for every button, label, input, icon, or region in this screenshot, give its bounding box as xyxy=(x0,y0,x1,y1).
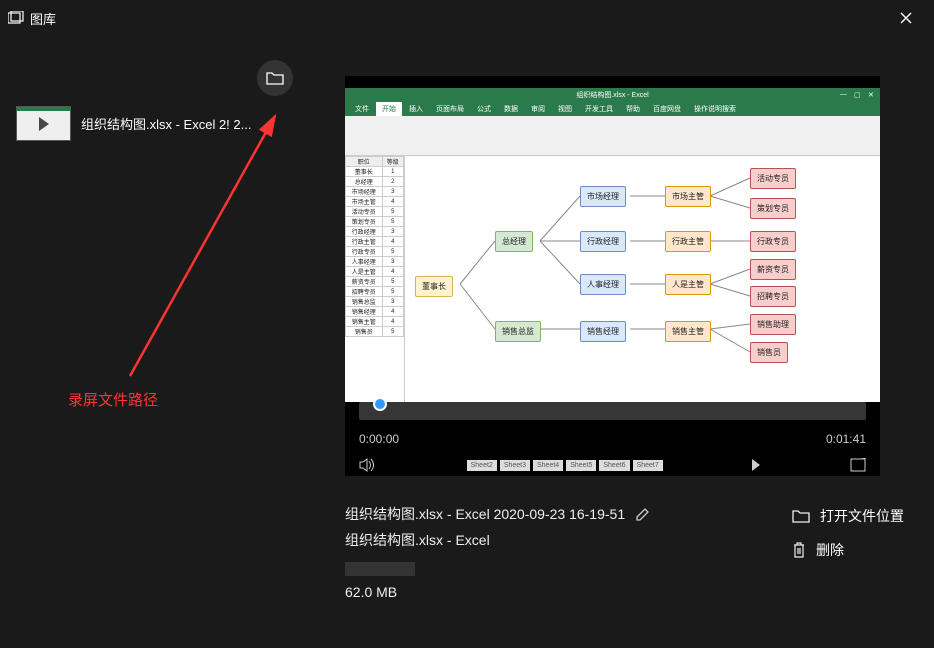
node-gm: 总经理 xyxy=(495,231,533,252)
node-hr-mgr: 人事经理 xyxy=(580,274,626,295)
annotation-label: 录屏文件路径 xyxy=(68,389,158,410)
node-sales-mgr: 销售经理 xyxy=(580,321,626,342)
excel-ribbon-tabs: 文件开始插入页面布局公式数据审阅视图开发工具帮助百度网盘操作说明搜索 xyxy=(345,102,880,116)
time-display: 0:00:00 0:01:41 xyxy=(359,432,866,446)
play-icon xyxy=(39,117,49,131)
file-subtitle: 组织结构图.xlsx - Excel xyxy=(345,530,752,550)
excel-title: 组织结构图.xlsx - Excel xyxy=(576,90,648,100)
titlebar: 图库 xyxy=(0,0,934,36)
video-progress-bar[interactable] xyxy=(359,402,866,420)
window-title: 图库 xyxy=(30,9,886,28)
file-info: 组织结构图.xlsx - Excel 2020-09-23 16-19-51 组… xyxy=(345,504,904,600)
node-hr-sup: 人是主管 xyxy=(665,274,711,295)
file-name: 组织结构图.xlsx - Excel 2020-09-23 16-19-51 xyxy=(345,504,625,524)
node-sales-emp: 销售员 xyxy=(750,342,788,363)
excel-screenshot: 组织结构图.xlsx - Excel—▢✕ 文件开始插入页面布局公式数据审阅视图… xyxy=(345,88,880,402)
node-sales-sup: 销售主管 xyxy=(665,321,711,342)
node-adm-mgr: 行政经理 xyxy=(580,231,626,252)
file-size: 62.0 MB xyxy=(345,584,752,600)
redacted-bar xyxy=(345,562,415,576)
folder-icon xyxy=(266,71,284,85)
node-sales-dir: 销售总监 xyxy=(495,321,541,342)
play-button[interactable] xyxy=(752,459,760,471)
open-location-label: 打开文件位置 xyxy=(820,506,904,526)
node-sal-sp: 薪资专员 xyxy=(750,259,796,280)
gallery-icon xyxy=(8,11,24,25)
current-time: 0:00:00 xyxy=(359,432,399,446)
excel-sheet-tabs: Sheet2Sheet3Sheet4Sheet5Sheet6Sheet7 xyxy=(467,460,663,471)
volume-icon[interactable] xyxy=(359,458,377,472)
close-icon xyxy=(900,12,912,24)
node-plan: 策划专员 xyxy=(750,198,796,219)
thumbnail-label: 组织结构图.xlsx - Excel 2! 2... xyxy=(81,114,251,133)
folder-icon xyxy=(792,509,810,523)
total-time: 0:01:41 xyxy=(826,432,866,446)
recording-thumbnail[interactable]: 组织结构图.xlsx - Excel 2! 2... xyxy=(0,96,335,151)
excel-ribbon-body xyxy=(345,116,880,156)
excel-data-table: 职位等级董事长1总经理2市场经理3市场主管4活动专员5策划专员5行政经理3行政主… xyxy=(345,156,405,402)
content-pane: 组织结构图.xlsx - Excel—▢✕ 文件开始插入页面布局公式数据审阅视图… xyxy=(335,36,934,648)
delete-button[interactable]: 删除 xyxy=(792,540,904,560)
open-file-location-button[interactable]: 打开文件位置 xyxy=(792,506,904,526)
node-root: 董事长 xyxy=(415,276,453,297)
node-rec-sp: 招聘专员 xyxy=(750,286,796,307)
close-button[interactable] xyxy=(886,0,926,36)
node-sales-ass: 销售助理 xyxy=(750,314,796,335)
edit-icon[interactable] xyxy=(635,506,651,522)
sidebar: 组织结构图.xlsx - Excel 2! 2... 录屏文件路径 xyxy=(0,36,335,648)
node-adm-sp: 行政专员 xyxy=(750,231,796,252)
fullscreen-icon[interactable] xyxy=(850,458,866,472)
playhead[interactable] xyxy=(373,397,387,411)
node-adm-sup: 行政主管 xyxy=(665,231,711,252)
open-folder-button[interactable] xyxy=(257,60,293,96)
thumbnail-image xyxy=(16,106,71,141)
trash-icon xyxy=(792,542,806,558)
delete-label: 删除 xyxy=(816,540,844,560)
node-mkt-sup: 市场主管 xyxy=(665,186,711,207)
node-act: 活动专员 xyxy=(750,168,796,189)
main-content: 组织结构图.xlsx - Excel 2! 2... 录屏文件路径 组织结构图.… xyxy=(0,36,934,648)
org-chart-canvas: 董事长 总经理 销售总监 市场经理 行政经理 人事经理 销售经理 市场主管 行政… xyxy=(405,156,880,402)
node-mkt-mgr: 市场经理 xyxy=(580,186,626,207)
video-preview[interactable]: 组织结构图.xlsx - Excel—▢✕ 文件开始插入页面布局公式数据审阅视图… xyxy=(345,76,880,476)
